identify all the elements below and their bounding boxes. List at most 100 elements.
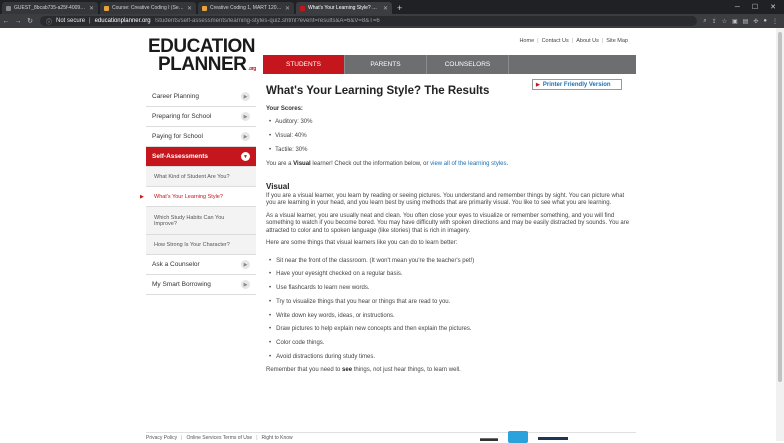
extension-icon[interactable]: ▤ [743,18,749,25]
list-item: Color code things. [266,340,634,346]
printer-friendly-label: Printer Friendly Version [542,81,611,88]
sidebar-subitem-study-habits[interactable]: Which Study Habits Can You Improve? [146,207,256,235]
partner-logo-icon[interactable]: ▬▬ [480,433,498,443]
closing-bold: see [342,366,353,373]
forward-icon[interactable]: → [12,18,24,25]
link-home[interactable]: Home [519,38,534,44]
printer-friendly-button[interactable]: ▶ Printer Friendly Version [532,79,622,90]
reload-icon[interactable]: ↻ [24,17,36,25]
info-icon[interactable]: ⓘ [46,17,52,26]
utility-links: Home | Contact Us | About Us | Site Map [519,38,628,44]
tab-title: Course: Creative Coding I (Sect... [112,5,184,11]
maximize-icon[interactable]: ☐ [752,2,758,14]
chevron-right-icon: ▶ [241,260,250,269]
close-icon[interactable]: ✕ [187,5,192,12]
sidebar-subitem-student-kind[interactable]: What Kind of Student Are You? [146,167,256,187]
sidebar-item-label: Career Planning [152,93,199,100]
paragraph-3: Here are some things that visual learner… [266,240,458,246]
sidebar-item-paying-for-school[interactable]: Paying for School ▶ [146,127,256,147]
list-item: Use flashcards to learn new words. [266,285,634,291]
browser-tab[interactable]: Course: Creative Coding I (Sect... ✕ [100,2,196,14]
extensions-area: ⌕ ⇪ ☆ ▣ ▤ ✣ ● ⋮ [697,18,784,25]
browser-tab-bar: GUEST_8bcab735-a25f-4009-91... ✕ Course:… [0,0,784,14]
address-bar[interactable]: ⓘ Not secure | educationplanner.org/stud… [40,16,698,26]
chevron-down-icon: ▼ [241,152,250,161]
extension-icon[interactable]: ▣ [732,18,738,25]
list-item: Try to visualize things that you hear or… [266,299,634,305]
close-window-icon[interactable]: ✕ [770,2,776,14]
sidebar-item-self-assessments[interactable]: Self-Assessments ▼ [146,147,256,167]
list-item: Write down key words, ideas, or instruct… [266,313,634,319]
logo-suffix: .org [248,66,256,72]
close-icon[interactable]: ✕ [89,5,94,12]
nav-counselors[interactable]: COUNSELORS [427,55,509,74]
sidebar-item-ask-a-counselor[interactable]: Ask a Counselor ▶ [146,255,256,275]
main-content: What's Your Learning Style? The Results … [266,85,634,374]
score-tactile: Tactile: 30% [266,147,634,153]
nav-parents[interactable]: PARENTS [345,55,427,74]
partner-logo-icon[interactable] [508,431,528,443]
browser-tab[interactable]: Creative Coding 1, MART 120 (... ✕ [198,2,294,14]
url-path: /students/self-assessments/learning-styl… [154,18,380,24]
favicon-icon [6,5,11,11]
link-site-map[interactable]: Site Map [606,38,628,44]
nav-students[interactable]: STUDENTS [263,55,345,74]
close-icon[interactable]: ✕ [383,5,388,12]
security-label: Not secure [56,18,86,24]
web-page: EDUCATION PLANNER .org Home | Contact Us … [0,28,776,443]
profile-icon[interactable]: ● [763,18,767,25]
sidebar-item-label: Ask a Counselor [152,261,200,268]
scores-label: Your Scores: [266,106,303,112]
address-bar-row: ← → ↻ ⓘ Not secure | educationplanner.or… [0,14,784,28]
sidebar-item-label: Paying for School [152,133,203,140]
menu-icon[interactable]: ⋮ [772,18,778,25]
sidebar-subitem-character[interactable]: How Strong Is Your Character? [146,235,256,255]
chevron-right-icon: ▶ [241,132,250,141]
page-scrollbar[interactable] [776,28,784,441]
browser-tab[interactable]: GUEST_8bcab735-a25f-4009-91... ✕ [2,2,98,14]
list-item: Draw pictures to help explain new concep… [266,326,634,332]
close-icon[interactable]: ✕ [285,5,290,12]
list-item: Avoid distractions during study times. [266,354,634,360]
result-style: Visual [293,161,311,167]
sidebar-item-my-smart-borrowing[interactable]: My Smart Borrowing ▶ [146,275,256,295]
result-summary: You are a Visual learner! Check out the … [266,161,509,167]
link-about-us[interactable]: About Us [576,38,599,44]
favicon-icon [300,5,305,11]
chevron-right-icon: ▶ [241,92,250,101]
tab-title: Creative Coding 1, MART 120 (... [210,5,282,11]
sidebar-item-career-planning[interactable]: Career Planning ▶ [146,87,256,107]
url-domain: educationplanner.org [94,18,151,24]
main-nav: STUDENTS PARENTS COUNSELORS [263,55,636,74]
play-arrow-icon: ▶ [536,81,540,88]
sidebar-item-label: My Smart Borrowing [152,281,211,288]
browser-tab-active[interactable]: What's Your Learning Style? The... ✕ [296,2,392,14]
link-contact-us[interactable]: Contact Us [542,38,569,44]
new-tab-icon[interactable]: + [397,2,402,14]
star-icon[interactable]: ☆ [722,18,727,25]
paragraph-1: If you are a visual learner, you learn b… [266,192,625,207]
back-icon[interactable]: ← [0,18,12,25]
puzzle-icon[interactable]: ✣ [753,18,758,25]
sidebar-subitem-learning-style[interactable]: What's Your Learning Style? [140,187,256,207]
section-title: Visual [266,181,290,191]
closing-text: Remember that you need to see things, no… [266,366,461,373]
all-learning-styles-link[interactable]: view all of the learning styles [430,161,506,167]
link-terms-of-use[interactable]: Online Services Terms of Use [186,435,252,441]
partner-logo-icon[interactable]: ▬▬▬ [538,432,568,443]
tab-title: GUEST_8bcab735-a25f-4009-91... [14,5,86,11]
list-item: Sit near the front of the classroom. (It… [266,258,634,264]
scrollbar-thumb[interactable] [778,32,782,382]
share-icon[interactable]: ⇪ [712,18,717,25]
favicon-icon [202,5,207,11]
link-right-to-know[interactable]: Right to Know [262,435,293,441]
sidebar-item-preparing-for-school[interactable]: Preparing for School ▶ [146,107,256,127]
tab-title: What's Your Learning Style? The... [308,5,380,11]
chevron-right-icon: ▶ [241,280,250,289]
site-logo[interactable]: EDUCATION PLANNER .org [148,37,256,78]
zoom-icon[interactable]: ⌕ [703,18,706,25]
logo-line2: PLANNER [158,54,247,75]
link-privacy-policy[interactable]: Privacy Policy [146,435,177,441]
minimize-icon[interactable]: ─ [735,2,740,14]
tips-list: Sit near the front of the classroom. (It… [266,258,634,361]
